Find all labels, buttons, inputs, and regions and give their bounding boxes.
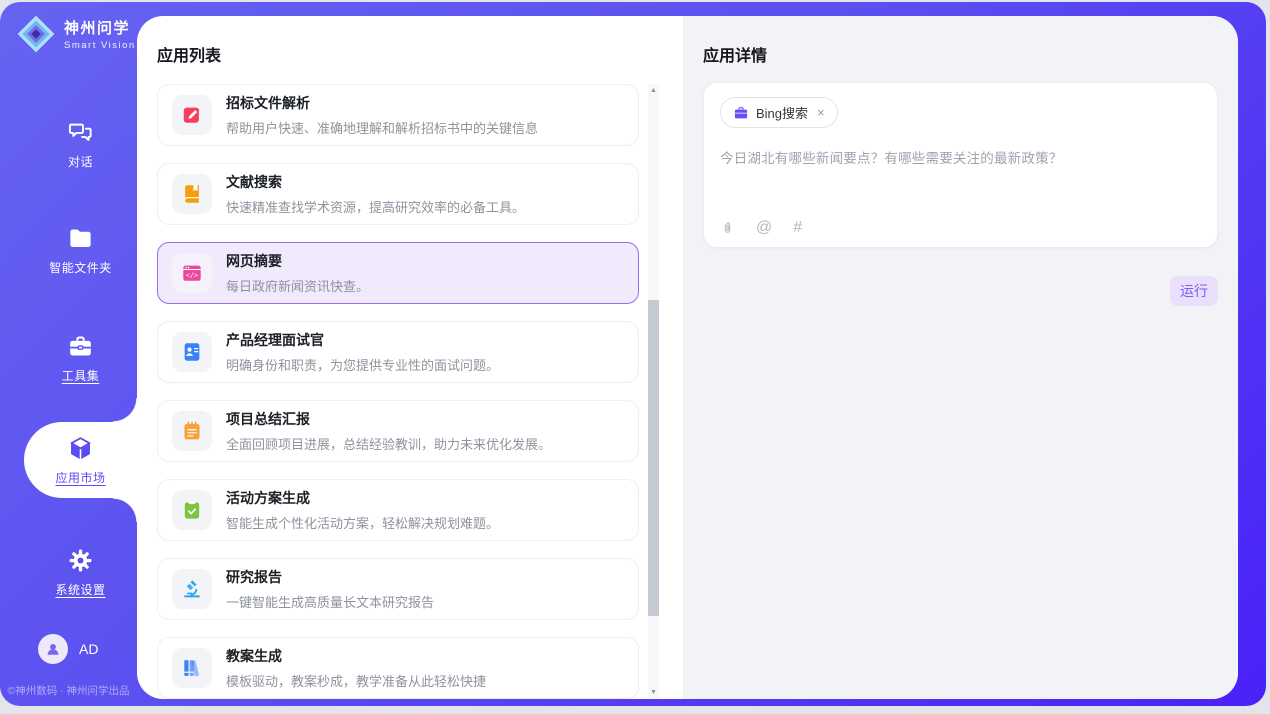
folder-icon bbox=[67, 225, 94, 252]
briefcase-icon bbox=[733, 105, 749, 121]
sidebar-item-settings[interactable]: 系统设置 bbox=[24, 534, 137, 610]
interview-icon bbox=[172, 332, 212, 372]
app-card-title: 项目总结汇报 bbox=[226, 409, 551, 429]
app-card-title: 文献搜索 bbox=[226, 172, 525, 192]
prompt-toolbar: @# bbox=[720, 220, 802, 236]
app-list-scrollbar[interactable]: ▲ ▼ bbox=[648, 84, 659, 699]
app-card-research-report[interactable]: 研究报告一键智能生成高质量长文本研究报告 bbox=[157, 558, 639, 620]
sidebar-item-label: 工具集 bbox=[62, 367, 100, 384]
sidebar: 神州问学 Smart Vision 对话智能文件夹工具集应用市场系统设置 AD … bbox=[0, 2, 137, 706]
content-panel: 应用列表 招标文件解析帮助用户快速、准确地理解和解析招标书中的关键信息文献搜索快… bbox=[137, 16, 1238, 699]
app-card-title: 产品经理面试官 bbox=[226, 330, 499, 350]
sidebar-item-label: 系统设置 bbox=[55, 581, 105, 598]
chat-icon bbox=[67, 119, 94, 146]
copyright: ©神州数码 · 神州问学出品 bbox=[0, 683, 137, 698]
app-card-project-summary[interactable]: 项目总结汇报全面回顾项目进展，总结经验教训，助力未来优化发展。 bbox=[157, 400, 639, 462]
app-card-title: 活动方案生成 bbox=[226, 488, 499, 508]
app-card-desc: 快速精准查找学术资源，提高研究效率的必备工具。 bbox=[226, 197, 525, 216]
sidebar-item-app-market[interactable]: 应用市场 bbox=[24, 422, 137, 498]
app-card-desc: 一键智能生成高质量长文本研究报告 bbox=[226, 592, 434, 611]
gear-icon bbox=[67, 547, 94, 574]
sidebar-item-smart-folder[interactable]: 智能文件夹 bbox=[24, 212, 137, 288]
scrollbar-thumb[interactable] bbox=[648, 300, 659, 616]
app-card-pm-interviewer[interactable]: 产品经理面试官明确身份和职责，为您提供专业性的面试问题。 bbox=[157, 321, 639, 383]
sidebar-item-label: 对话 bbox=[68, 153, 93, 170]
sidebar-item-label: 应用市场 bbox=[55, 469, 105, 486]
chip-close-icon[interactable]: × bbox=[817, 105, 825, 120]
app-card-desc: 模板驱动，教案秒成，教学准备从此轻松快捷 bbox=[226, 671, 486, 690]
app-card-desc: 每日政府新闻资讯快查。 bbox=[226, 276, 369, 295]
microscope-icon bbox=[172, 569, 212, 609]
browser-icon: </> bbox=[172, 253, 212, 293]
app-card-desc: 明确身份和职责，为您提供专业性的面试问题。 bbox=[226, 355, 499, 374]
attachment-icon[interactable] bbox=[720, 221, 735, 236]
app-card-desc: 帮助用户快速、准确地理解和解析招标书中的关键信息 bbox=[226, 118, 538, 137]
app-card-lesson-plan[interactable]: 教案生成模板驱动，教案秒成，教学准备从此轻松快捷 bbox=[157, 637, 639, 699]
app-window: 神州问学 Smart Vision 对话智能文件夹工具集应用市场系统设置 AD … bbox=[0, 2, 1266, 706]
prompt-input[interactable]: 今日湖北有哪些新闻要点？有哪些需要关注的最新政策？ bbox=[720, 147, 1201, 167]
toolbox-icon bbox=[67, 333, 94, 360]
app-list-panel: 应用列表 招标文件解析帮助用户快速、准确地理解和解析招标书中的关键信息文献搜索快… bbox=[137, 16, 683, 699]
scroll-up-icon[interactable]: ▲ bbox=[648, 87, 659, 94]
app-detail-panel: 应用详情 Bing搜索 × 今日湖北有哪些新闻要点？有哪些需要关注的最新政策？ … bbox=[683, 16, 1238, 699]
brand-title: 神州问学 bbox=[64, 17, 136, 38]
app-card-event-plan[interactable]: 活动方案生成智能生成个性化活动方案，轻松解决规划难题。 bbox=[157, 479, 639, 541]
avatar bbox=[38, 634, 68, 664]
app-card-title: 研究报告 bbox=[226, 567, 434, 587]
app-card-bid-parse[interactable]: 招标文件解析帮助用户快速、准确地理解和解析招标书中的关键信息 bbox=[157, 84, 639, 146]
app-card-literature-search[interactable]: 文献搜索快速精准查找学术资源，提高研究效率的必备工具。 bbox=[157, 163, 639, 225]
edit-square-icon bbox=[172, 95, 212, 135]
prompt-card[interactable]: Bing搜索 × 今日湖北有哪些新闻要点？有哪些需要关注的最新政策？ @# bbox=[703, 82, 1218, 248]
sidebar-item-toolkit[interactable]: 工具集 bbox=[24, 320, 137, 396]
cube-icon bbox=[67, 435, 94, 462]
app-card-desc: 智能生成个性化活动方案，轻松解决规划难题。 bbox=[226, 513, 499, 532]
app-card-web-summary[interactable]: </> 网页摘要每日政府新闻资讯快查。 bbox=[157, 242, 639, 304]
app-list: 招标文件解析帮助用户快速、准确地理解和解析招标书中的关键信息文献搜索快速精准查找… bbox=[157, 84, 639, 699]
book-icon bbox=[172, 174, 212, 214]
app-card-desc: 全面回顾项目进展，总结经验教训，助力未来优化发展。 bbox=[226, 434, 551, 453]
mention-icon[interactable]: @ bbox=[756, 220, 772, 236]
sidebar-item-chat[interactable]: 对话 bbox=[24, 106, 137, 182]
clipboard-check-icon bbox=[172, 490, 212, 530]
run-button[interactable]: 运行 bbox=[1170, 276, 1218, 306]
app-card-title: 招标文件解析 bbox=[226, 93, 538, 113]
app-detail-title: 应用详情 bbox=[703, 42, 1218, 66]
tool-chip[interactable]: Bing搜索 × bbox=[720, 97, 838, 128]
app-card-title: 教案生成 bbox=[226, 646, 486, 666]
brand-logo: 神州问学 Smart Vision bbox=[16, 14, 136, 54]
user-account[interactable]: AD bbox=[38, 634, 98, 664]
brand-subtitle: Smart Vision bbox=[64, 40, 136, 51]
brand-logo-icon bbox=[16, 14, 56, 54]
svg-text:</>: </> bbox=[186, 271, 198, 279]
user-name: AD bbox=[79, 641, 98, 657]
app-card-title: 网页摘要 bbox=[226, 251, 369, 271]
scroll-down-icon[interactable]: ▼ bbox=[648, 689, 659, 696]
app-list-title: 应用列表 bbox=[157, 42, 683, 66]
books-icon bbox=[172, 648, 212, 688]
hash-icon[interactable]: # bbox=[793, 220, 802, 236]
sidebar-item-label: 智能文件夹 bbox=[49, 259, 112, 276]
notepad-icon bbox=[172, 411, 212, 451]
tool-chip-label: Bing搜索 bbox=[756, 103, 808, 122]
